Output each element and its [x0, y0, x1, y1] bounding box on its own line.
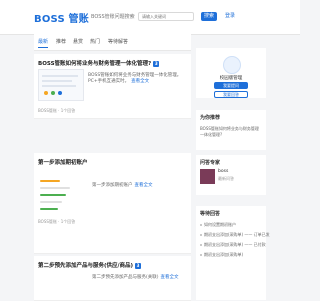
waiting-title: 等待回答: [200, 211, 221, 217]
expert-avatar[interactable]: [200, 169, 215, 184]
post-title[interactable]: BOSS管账如何将业务与财务管理一体化管理? 3: [38, 59, 160, 67]
list-item[interactable]: 期初支出添加(采购单) —— 已付款: [200, 242, 266, 248]
expert-name[interactable]: boss: [218, 169, 228, 174]
post-title[interactable]: 第二步预先添加产品与服务(供应/商品) 3: [38, 261, 142, 269]
ask-question-button[interactable]: 我要提问: [214, 82, 248, 89]
tab-hot[interactable]: 热门: [90, 38, 100, 45]
read-more-link[interactable]: 查看全文: [135, 183, 153, 188]
tab-latest[interactable]: 最新: [38, 38, 49, 48]
list-item[interactable]: 如何设置期初账户: [200, 222, 236, 228]
answer-button[interactable]: 我要回答: [214, 91, 248, 98]
tab-bar: 最新 推荐 悬赏 热门 等待解答: [34, 34, 191, 51]
brand-avatar: [223, 56, 241, 74]
post-excerpt: BOSS管账如何将业务与财务管理一体化管理。PC+手机互通实时。 查看全文: [88, 73, 182, 84]
search-button[interactable]: 搜索: [201, 12, 218, 21]
brand-name: 校园版管理: [219, 76, 243, 81]
brand-panel: 校园版管理 我要提问 我要回答: [196, 48, 266, 98]
post-excerpt: 第一步添加期初账户 查看全文: [92, 183, 153, 188]
answer-count-badge: 3: [135, 262, 142, 269]
expert-title: 问答专家: [200, 160, 221, 166]
read-more-link[interactable]: 查看全文: [131, 79, 149, 84]
read-more-link[interactable]: 查看全文: [161, 275, 179, 280]
login-button[interactable]: 登录: [222, 12, 238, 21]
post-thumbnail: [38, 69, 84, 101]
tab-recommend[interactable]: 推荐: [56, 38, 66, 45]
expert-panel: 问答专家 boss 最新问答: [196, 155, 266, 195]
tab-reward[interactable]: 悬赏: [73, 38, 83, 45]
top-bar: BOSS 管账 BOSS管账问题搜索 搜索 登录: [0, 0, 300, 35]
list-item[interactable]: 期初支出添加(采购单): [200, 252, 243, 258]
related-title: 为你推荐: [200, 115, 221, 121]
site-logo[interactable]: BOSS 管账: [34, 10, 89, 25]
related-panel: 为你推荐 BOSS管账如何将业务与财务管理一体化管理?: [196, 110, 266, 150]
search-input[interactable]: [138, 12, 194, 21]
post-card[interactable]: BOSS管账如何将业务与财务管理一体化管理? 3 BOSS管账如何将业务与财务管理…: [34, 54, 191, 119]
list-item[interactable]: 期初支出添加(采购单) —— 订单已发: [200, 232, 270, 238]
tab-waiting[interactable]: 等待解答: [108, 38, 128, 45]
post-thumbnail: [38, 167, 86, 211]
related-link[interactable]: BOSS管账如何将业务与财务管理一体化管理?: [200, 126, 262, 137]
expert-subtitle: 最新问答: [218, 176, 234, 181]
post-meta: BOSS管账 · 1个回答: [38, 219, 76, 224]
answer-count-badge: 3: [153, 60, 160, 67]
waiting-panel: 等待回答 如何设置期初账户 期初支出添加(采购单) —— 订单已发 期初支出添加…: [196, 206, 270, 300]
nav-link[interactable]: BOSS管账问题搜索: [91, 13, 135, 20]
post-title[interactable]: 第一步添加期初账户: [38, 158, 88, 166]
post-meta: BOSS管账 · 1个回答: [38, 108, 76, 113]
post-excerpt: 第二步预先添加产品与服务(关联) 查看全文: [92, 275, 179, 280]
post-card[interactable]: 第二步预先添加产品与服务(供应/商品) 3 第二步预先添加产品与服务(关联) 查看全…: [34, 256, 191, 301]
post-card[interactable]: 第一步添加期初账户 第一步添加期初账户 查看全文 BOSS管账 · 1个回答: [34, 153, 191, 254]
